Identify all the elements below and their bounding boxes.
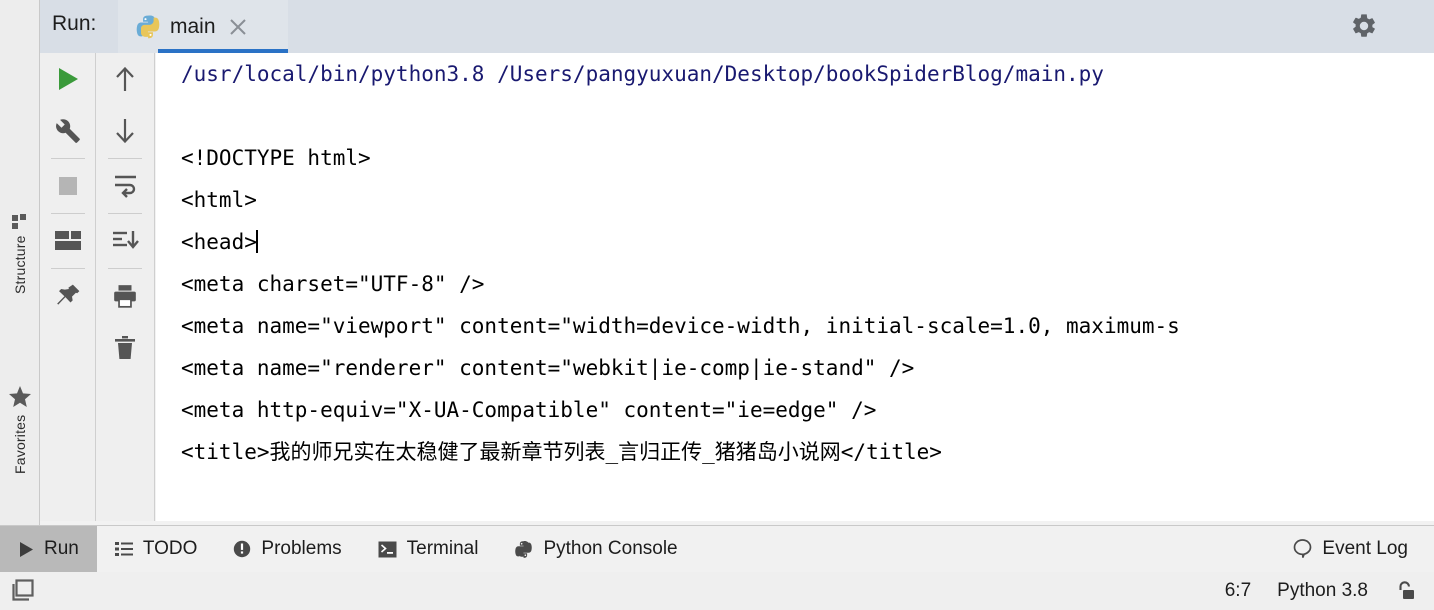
python-icon [514, 540, 533, 559]
stop-button[interactable] [40, 160, 96, 212]
console-line-clipped: <meta name="keywords" content="我的师兄实在太稳健… [156, 473, 1434, 481]
structure-icon [12, 213, 28, 229]
tab-main[interactable]: main [118, 0, 288, 53]
up-button[interactable] [97, 53, 153, 105]
toolbar-separator [50, 268, 85, 269]
arrow-down-icon [113, 118, 137, 144]
status-bar-right: 6:7 Python 3.8 [1225, 580, 1434, 602]
interpreter-indicator[interactable]: Python 3.8 [1277, 580, 1368, 602]
gear-icon[interactable] [1350, 12, 1378, 40]
console-line: <title>我的师兄实在太稳健了最新章节列表_言归正传_猪猪岛小说网</tit… [181, 440, 942, 464]
layout-icon [54, 231, 81, 251]
tool-tab-label: Python Console [543, 538, 678, 559]
python-icon [135, 14, 161, 40]
tool-tab-run[interactable]: Run [0, 525, 97, 573]
toolbar-separator [50, 213, 85, 214]
console-line: <meta http-equiv="X-UA-Compatible" conte… [181, 398, 877, 422]
tool-tab-label: TODO [142, 538, 198, 559]
pin-icon [55, 283, 81, 309]
soft-wrap-button[interactable] [97, 160, 153, 212]
tool-tab-label: Run [44, 538, 79, 559]
console-command-line: /usr/local/bin/python3.8 /Users/pangyuxu… [181, 62, 1104, 86]
trash-icon [113, 335, 137, 361]
tool-windows-icon [10, 579, 36, 603]
print-icon [112, 283, 138, 309]
console-line-with-caret: <head> [156, 221, 1434, 263]
star-icon [9, 386, 31, 408]
tool-tab-terminal[interactable]: Terminal [360, 526, 497, 573]
arrow-up-icon [113, 66, 137, 92]
favorites-label: Favorites [12, 414, 28, 474]
tool-windows-button[interactable] [0, 579, 36, 603]
toolbar-separator [108, 213, 142, 214]
play-icon [55, 66, 81, 92]
tool-tab-problems[interactable]: Problems [215, 526, 359, 573]
console-line: <html> [181, 188, 257, 212]
tool-tab-todo[interactable]: TODO [97, 526, 216, 573]
console-line: <!DOCTYPE html> [181, 146, 371, 170]
problems-icon [233, 540, 251, 558]
settings-button[interactable] [40, 105, 96, 157]
clear-all-button[interactable] [97, 322, 153, 374]
console-line-text: <head> [181, 230, 257, 254]
print-button[interactable] [97, 270, 153, 322]
toolbar-separator [108, 268, 142, 269]
stripe-button-structure[interactable]: Structure [0, 196, 40, 312]
todo-list-icon [114, 541, 133, 557]
run-title-label: Run: [52, 12, 97, 35]
toolbar-separator [108, 158, 142, 159]
tool-tab-label: Terminal [406, 538, 479, 559]
tool-window-bar: Run TODO Problems Terminal Python Consol… [0, 525, 1434, 573]
stop-square-icon [56, 174, 80, 198]
unlocked-padlock-icon[interactable] [1394, 580, 1416, 602]
toolbar-separator [50, 158, 85, 159]
close-icon[interactable] [229, 18, 247, 36]
console-line: <meta name="renderer" content="webkit|ie… [181, 356, 915, 380]
wrench-icon [55, 118, 81, 144]
soft-wrap-icon [112, 174, 138, 198]
structure-label: Structure [12, 235, 28, 295]
pin-tab-button[interactable] [40, 270, 96, 322]
status-bar: 6:7 Python 3.8 [0, 572, 1434, 610]
run-console-output[interactable]: /usr/local/bin/python3.8 /Users/pangyuxu… [156, 53, 1434, 521]
tool-tab-python-console[interactable]: Python Console [496, 526, 695, 573]
run-toolbar-primary [40, 53, 96, 521]
terminal-icon [378, 541, 397, 558]
console-line: <meta charset="UTF-8" /> [181, 272, 485, 296]
run-toolbar-secondary [96, 53, 155, 521]
scroll-to-end-button[interactable] [97, 215, 153, 267]
tab-label: main [170, 14, 216, 38]
stripe-button-favorites[interactable]: Favorites [0, 366, 40, 494]
tool-tab-event-log[interactable]: Event Log [1275, 526, 1434, 573]
ide-run-tool-window: Structure Favorites Run: main /usr/local… [0, 0, 1434, 610]
play-icon [18, 541, 34, 558]
console-line: <meta name="viewport" content="width=dev… [181, 314, 1180, 338]
tool-tab-label: Problems [261, 538, 342, 559]
event-log-icon [1293, 539, 1312, 559]
run-window-header: Run: main [40, 0, 1434, 53]
caret-position[interactable]: 6:7 [1225, 580, 1251, 602]
rerun-button[interactable] [40, 53, 96, 105]
restore-layout-button[interactable] [40, 215, 96, 267]
down-button[interactable] [97, 105, 153, 157]
text-caret [255, 230, 258, 253]
scroll-to-end-icon [111, 229, 139, 253]
left-tool-window-stripe: Structure Favorites [0, 0, 40, 568]
tool-tab-label: Event Log [1322, 538, 1408, 559]
